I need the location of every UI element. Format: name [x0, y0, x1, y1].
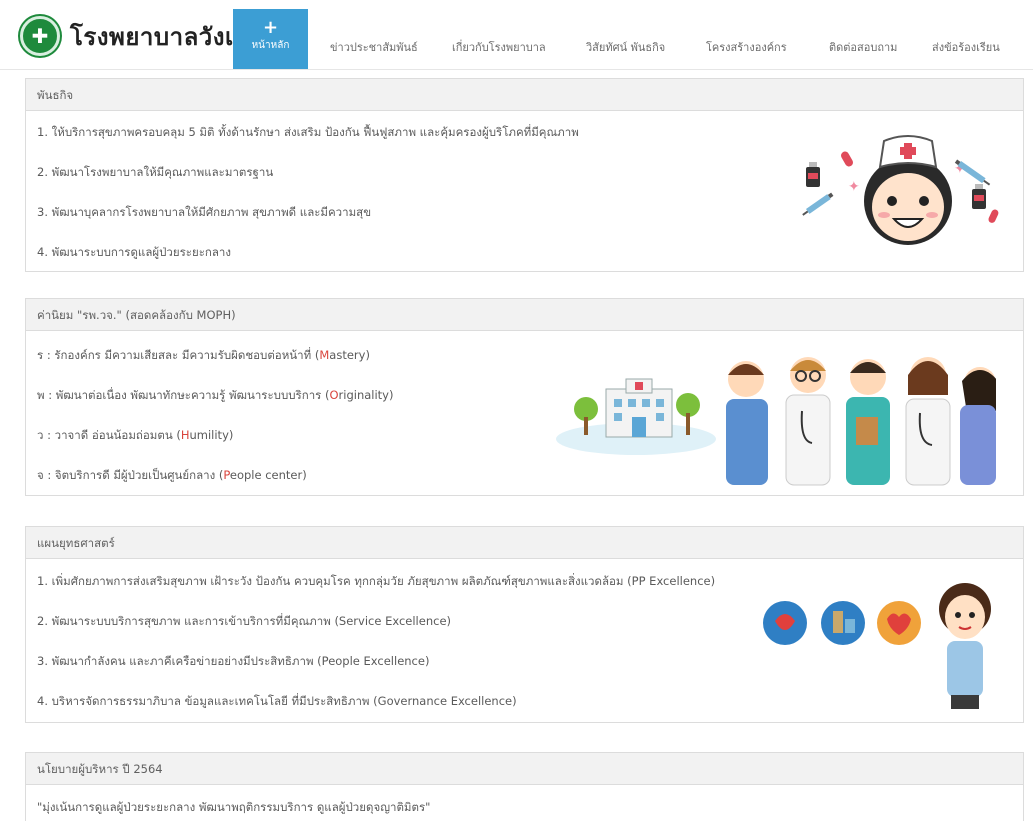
- nurse-illustration: ✦ ✦: [802, 135, 999, 245]
- medical-staff-illustration: [556, 357, 996, 486]
- nav-complaint[interactable]: ส่งข้อร้องเรียน: [932, 38, 1000, 56]
- value-item: จ : จิตบริการดี มีผู้ป่วยเป็นศูนย์กลาง (…: [37, 468, 307, 482]
- strategy-item: 4. บริหารจัดการธรรมาภิบาล ข้อมูลและเทคโน…: [37, 694, 517, 708]
- strategy-panel: แผนยุทธศาสตร์ 1. เพิ่มศักยภาพการส่งเสริม…: [25, 526, 1024, 723]
- mission-item: 3. พัฒนาบุคลากรโรงพยาบาลให้มีศักยภาพ สุข…: [37, 205, 372, 219]
- values-title: ค่านิยม "รพ.วจ." (สอดคล้องกับ MOPH): [26, 299, 1023, 331]
- top-navbar: ✚ โรงพยาบาลวังเจ้า + หน้าหลัก ข่าวประชาส…: [0, 0, 1033, 70]
- nav-contact[interactable]: ติดต่อสอบถาม: [829, 38, 897, 56]
- strategy-item: 3. พัฒนากำลังคน และภาคีเครือข่ายอย่างมีป…: [37, 654, 430, 668]
- policy-title: นโยบายผู้บริหาร ปี 2564: [26, 753, 1023, 785]
- mission-panel: พันธกิจ 1. ให้บริการสุขภาพครอบคลุม 5 มิต…: [25, 78, 1024, 272]
- strategy-title: แผนยุทธศาสตร์: [26, 527, 1023, 559]
- nav-structure[interactable]: โครงสร้างองค์กร: [706, 38, 787, 56]
- svg-text:✦: ✦: [848, 179, 860, 195]
- value-item: พ : พัฒนาต่อเนื่อง พัฒนาทักษะความรู้ พัฒ…: [37, 388, 394, 402]
- brand[interactable]: ✚ โรงพยาบาลวังเจ้า: [20, 14, 262, 58]
- nav-vision-mission[interactable]: วิสัยทัศน์ พันธกิจ: [586, 38, 665, 56]
- hospital-logo-icon: ✚: [20, 16, 60, 56]
- values-panel: ค่านิยม "รพ.วจ." (สอดคล้องกับ MOPH) ร : …: [25, 298, 1024, 496]
- strategy-item: 2. พัฒนาระบบบริการสุขภาพ และการเข้าบริกา…: [37, 614, 451, 628]
- value-item: ร : รักองค์กร มีความเสียสละ มีความรับผิด…: [37, 348, 370, 362]
- strategy-item: 1. เพิ่มศักยภาพการส่งเสริมสุขภาพ เฝ้าระว…: [37, 574, 716, 588]
- mission-item: 2. พัฒนาโรงพยาบาลให้มีคุณภาพและมาตรฐาน: [37, 165, 274, 179]
- nav-about[interactable]: เกี่ยวกับโรงพยาบาล: [452, 38, 546, 56]
- mission-item: 4. พัฒนาระบบการดูแลผู้ป่วยระยะกลาง: [37, 245, 231, 259]
- nav-home-label: หน้าหลัก: [251, 40, 290, 51]
- policy-item: "มุ่งเน้นการดูแลผู้ป่วยระยะกลาง พัฒนาพฤต…: [37, 800, 431, 814]
- value-item: ว : วาจาดี อ่อนน้อมถ่อมตน (Humility): [37, 428, 234, 442]
- mission-title: พันธกิจ: [26, 79, 1023, 111]
- nav-news[interactable]: ข่าวประชาสัมพันธ์: [330, 38, 418, 56]
- policy-panel: นโยบายผู้บริหาร ปี 2564 "มุ่งเน้นการดูแล…: [25, 752, 1024, 821]
- mission-item: 1. ให้บริการสุขภาพครอบคลุม 5 มิติ ทั้งด้…: [37, 125, 579, 139]
- plus-icon: +: [262, 17, 279, 38]
- healthcare-icons-illustration: [763, 583, 991, 709]
- nav-home[interactable]: + หน้าหลัก: [233, 9, 308, 69]
